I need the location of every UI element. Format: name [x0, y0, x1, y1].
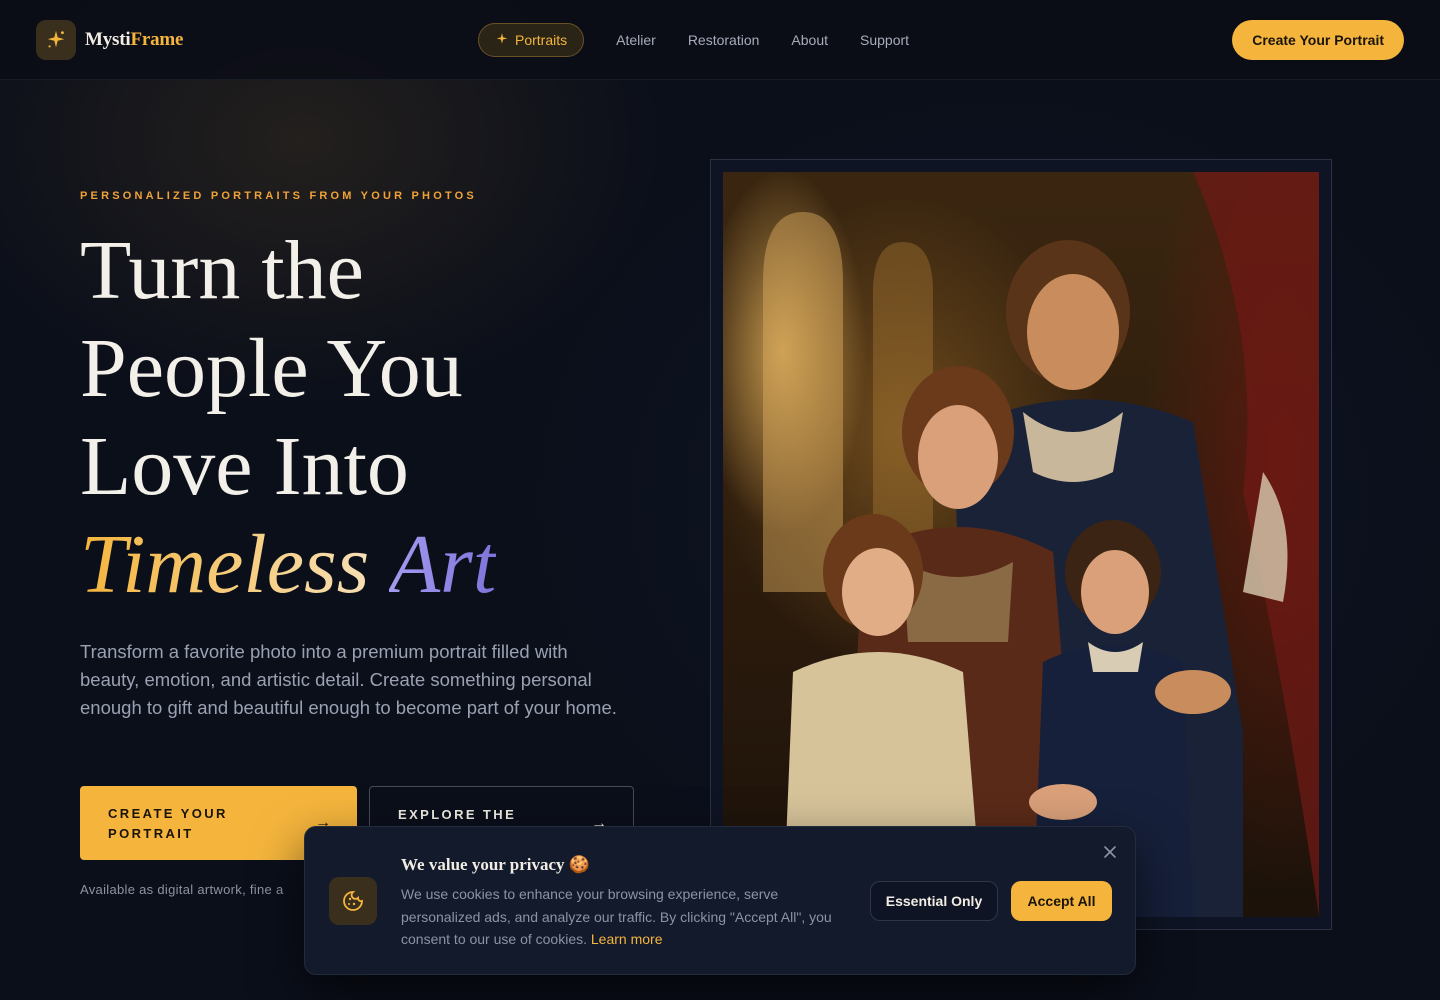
headline-line-1: Turn the [80, 224, 364, 317]
create-portrait-nav-button[interactable]: Create Your Portrait [1232, 20, 1404, 60]
close-icon[interactable] [1103, 843, 1117, 864]
nav-link-about[interactable]: About [775, 23, 844, 57]
nav-link-portraits[interactable]: Portraits [478, 23, 585, 57]
hero-eyebrow: PERSONALIZED PORTRAITS FROM YOUR PHOTOS [80, 190, 477, 202]
headline-accent-art: Art [388, 518, 497, 611]
headline-accent-timeless: Timeless [80, 518, 370, 611]
logo-text: MystiFrame [85, 29, 183, 51]
sparkle-icon [36, 20, 76, 60]
nav-link-label: Portraits [515, 32, 568, 48]
nav-link-support[interactable]: Support [844, 23, 925, 57]
hero-headline: Turn the People You Love Into Timeless A… [80, 222, 680, 614]
availability-note: Available as digital artwork, fine a [80, 882, 284, 897]
headline-line-3: Love Into [80, 420, 409, 513]
essential-only-button[interactable]: Essential Only [870, 881, 998, 921]
cookie-description: We use cookies to enhance your browsing … [401, 883, 851, 951]
accept-all-button[interactable]: Accept All [1011, 881, 1112, 921]
headline-line-2: People You [80, 322, 463, 415]
cookie-icon [329, 877, 377, 925]
family-portrait-painting [723, 172, 1319, 917]
sparkle-icon [495, 32, 509, 49]
nav-link-restoration[interactable]: Restoration [672, 23, 776, 57]
create-portrait-button-label: CREATE YOUR PORTRAIT [108, 806, 228, 841]
cookie-consent-banner: We value your privacy 🍪 We use cookies t… [304, 826, 1136, 975]
explore-button-label: EXPLORE THE [398, 807, 517, 822]
nav-link-atelier[interactable]: Atelier [600, 23, 672, 57]
cookie-title: We value your privacy 🍪 [401, 855, 590, 874]
top-navigation: MystiFrame Portraits Atelier Restoration… [0, 0, 1440, 80]
logo[interactable]: MystiFrame [36, 20, 183, 60]
headline-accent-line: Timeless Art [80, 516, 680, 614]
logo-text-part2: Frame [130, 29, 184, 50]
logo-text-part1: Mysti [85, 29, 131, 50]
learn-more-link[interactable]: Learn more [591, 931, 663, 947]
hero-description: Transform a favorite photo into a premiu… [80, 641, 617, 718]
nav-links: Portraits Atelier Restoration About Supp… [478, 23, 925, 57]
